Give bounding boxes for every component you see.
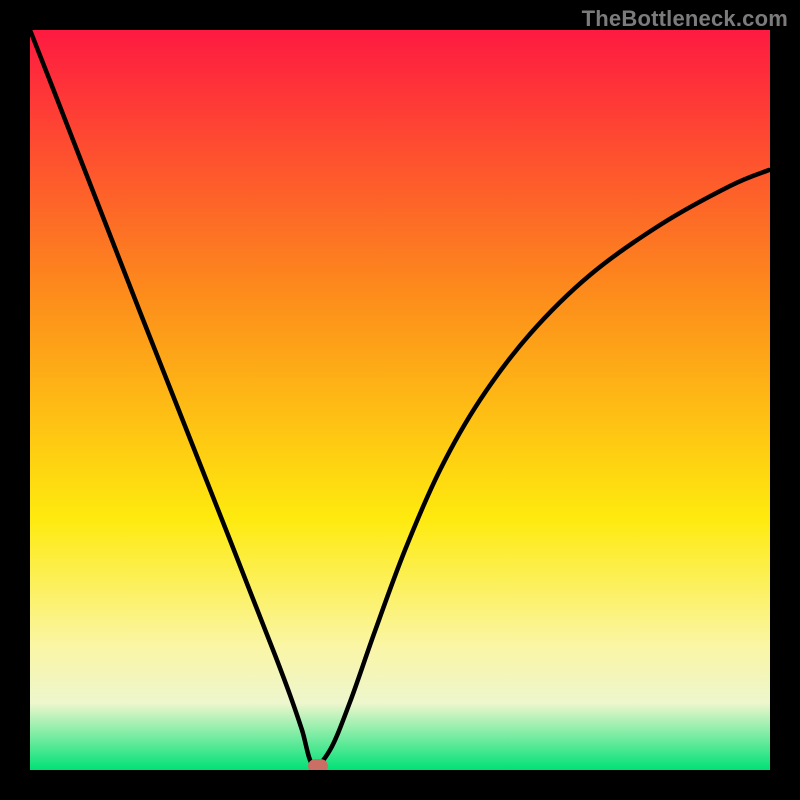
plot-area bbox=[30, 30, 770, 770]
optimum-marker bbox=[308, 759, 328, 770]
chart-svg bbox=[30, 30, 770, 770]
gradient-background bbox=[30, 30, 770, 770]
watermark-text: TheBottleneck.com bbox=[582, 6, 788, 32]
outer-frame: TheBottleneck.com bbox=[0, 0, 800, 800]
